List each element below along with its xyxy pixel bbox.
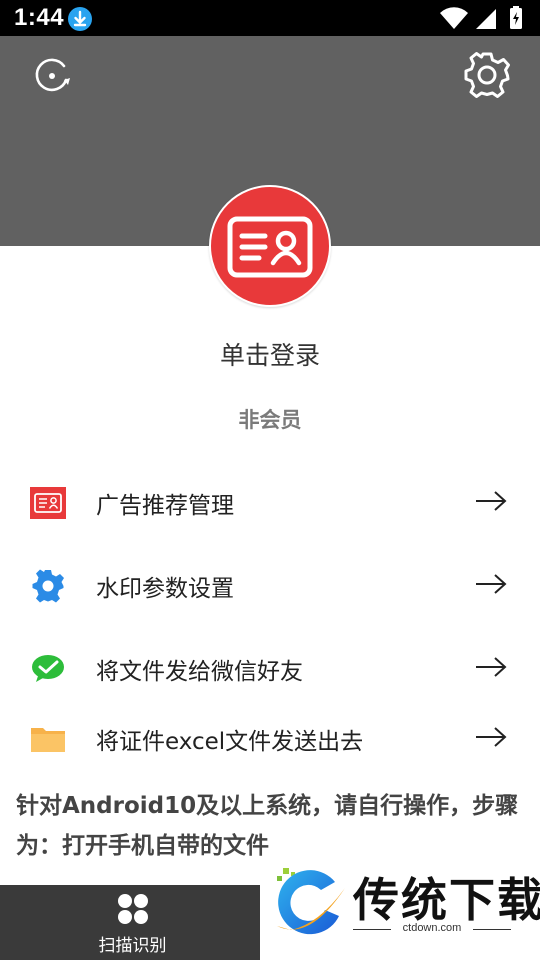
wechat-icon <box>28 649 68 689</box>
android-notice: 针对Android10及以上系统，请自行操作，步骤为：打开手机自带的文件 <box>16 793 519 859</box>
watermark-title: 传统下载 <box>353 873 540 927</box>
menu-item-label: 将文件发给微信好友 <box>96 659 303 685</box>
watermark-url: ctdown.com <box>402 922 462 934</box>
avatar[interactable] <box>209 185 331 307</box>
battery-icon <box>510 6 522 29</box>
login-link[interactable]: 单击登录 <box>0 336 540 372</box>
bottom-nav-label: 扫描识别 <box>98 936 167 956</box>
menu-item-ad-management[interactable]: 广告推荐管理 <box>0 471 540 531</box>
gear-icon <box>28 566 68 606</box>
menu-item-label: 将证件excel文件发送出去 <box>96 729 364 755</box>
gear-icon[interactable] <box>462 50 512 100</box>
arrow-right-icon <box>474 655 508 679</box>
arrow-right-icon <box>474 572 508 596</box>
menu-item-send-wechat[interactable]: 将文件发给微信好友 <box>0 637 540 697</box>
id-card-icon <box>28 483 68 523</box>
status-icons <box>438 5 528 31</box>
rotate-icon[interactable] <box>30 54 74 98</box>
wifi-icon <box>440 7 468 30</box>
status-time: 1:44 <box>14 4 65 31</box>
ctdown-logo <box>277 868 345 935</box>
arrow-right-icon <box>474 725 508 749</box>
menu-item-label: 水印参数设置 <box>96 576 234 602</box>
status-bar: 1:44 <box>0 0 540 36</box>
menu-item-label: 广告推荐管理 <box>96 493 234 519</box>
bottom-nav-scan[interactable]: 扫描识别 <box>0 885 260 960</box>
folder-icon <box>28 719 68 759</box>
membership-status: 非会员 <box>238 408 302 432</box>
download-icon <box>68 7 92 31</box>
signal-icon <box>476 9 496 29</box>
arrow-right-icon <box>474 489 508 513</box>
scan-icon <box>116 892 150 926</box>
id-card-icon <box>227 216 313 278</box>
watermark-divider <box>473 929 511 930</box>
watermark: 传统下载 ctdown.com <box>265 858 540 958</box>
menu-item-watermark-settings[interactable]: 水印参数设置 <box>0 554 540 614</box>
menu-item-send-excel[interactable]: 将证件excel文件发送出去 <box>0 707 540 767</box>
